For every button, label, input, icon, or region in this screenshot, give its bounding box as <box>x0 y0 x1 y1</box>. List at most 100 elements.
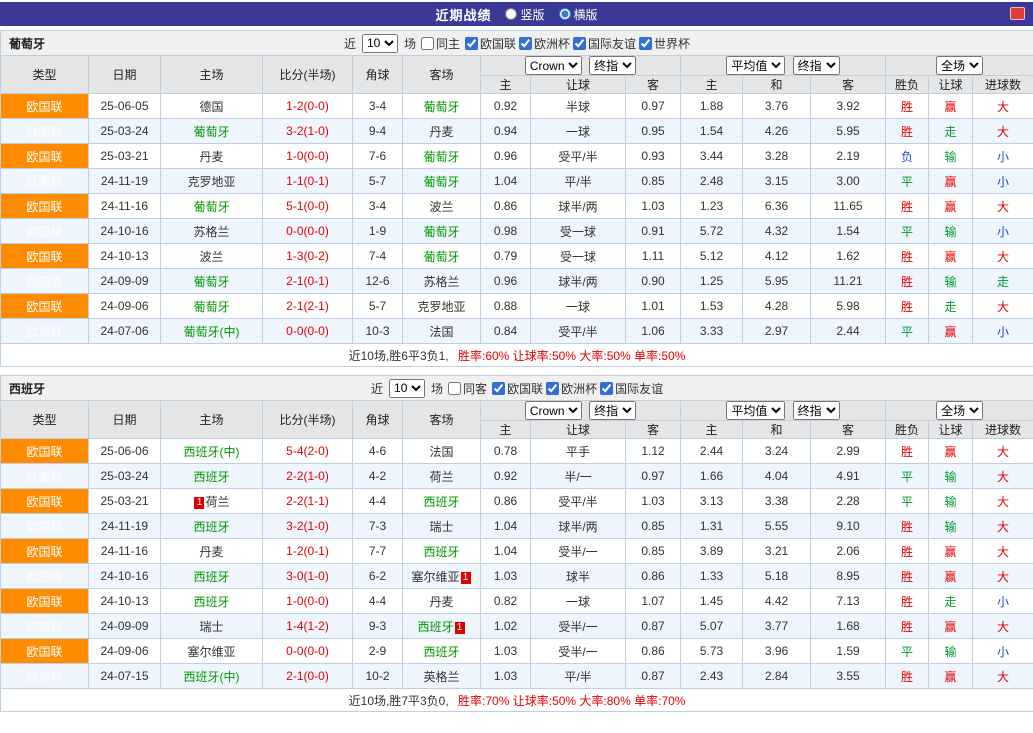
handicap-final-odds-select[interactable]: 终指 <box>589 56 636 75</box>
result-wdl-cell: 胜 <box>886 564 929 589</box>
match-row: 欧洲杯 24-07-15 西班牙(中) 2-1(0-0) 10-2 英格兰 1.… <box>1 664 1033 689</box>
odds-home-cell: 1.03 <box>481 564 531 589</box>
fulltime-select[interactable]: 全场 <box>936 56 983 75</box>
red-indicator-icon[interactable] <box>1010 7 1025 20</box>
avg-away-cell: 8.95 <box>811 564 886 589</box>
bookmaker-select[interactable]: Crown <box>525 56 582 75</box>
odds-away-cell: 0.86 <box>626 639 681 664</box>
corner-cell: 9-4 <box>353 119 403 144</box>
recent-count-select[interactable]: 10 <box>362 34 398 53</box>
recent-count-select[interactable]: 10 <box>389 379 425 398</box>
competition-checkbox[interactable] <box>600 382 613 395</box>
match-date: 24-10-16 <box>89 219 161 244</box>
competition-checkbox[interactable] <box>465 37 478 50</box>
team-name: 克罗地亚 <box>187 175 235 189</box>
competition-filter[interactable]: 欧国联 <box>491 380 543 397</box>
europe-final-odds-select[interactable]: 终指 <box>793 401 840 420</box>
team-name: 葡萄牙 <box>423 150 459 164</box>
col-result-wdl: 胜负 <box>886 421 929 439</box>
competition-checkbox[interactable] <box>573 37 586 50</box>
away-team-cell: 瑞士 <box>403 514 481 539</box>
score-cell: 1-3(0-2) <box>263 244 353 269</box>
layout-horizontal-radio[interactable]: 横版 <box>559 6 598 23</box>
home-team-cell: 西班牙(中) <box>161 664 263 689</box>
corner-cell: 7-7 <box>353 539 403 564</box>
avg-home-cell: 5.72 <box>681 219 743 244</box>
same-venue-checkbox[interactable] <box>448 382 461 395</box>
corner-cell: 7-3 <box>353 514 403 539</box>
corner-cell: 3-4 <box>353 94 403 119</box>
odds-away-cell: 1.01 <box>626 294 681 319</box>
avg-home-cell: 1.25 <box>681 269 743 294</box>
corner-cell: 10-3 <box>353 319 403 344</box>
avg-draw-cell: 4.28 <box>743 294 811 319</box>
odds-away-cell: 0.85 <box>626 514 681 539</box>
corner-cell: 12-6 <box>353 269 403 294</box>
competition-checkbox[interactable] <box>546 382 559 395</box>
odds-away-cell: 0.93 <box>626 144 681 169</box>
team-name: 葡萄牙 <box>423 175 459 189</box>
away-team-cell: 波兰 <box>403 194 481 219</box>
avg-away-cell: 3.92 <box>811 94 886 119</box>
home-team-cell: 克罗地亚 <box>161 169 263 194</box>
competition-filter[interactable]: 欧国联 <box>464 35 516 52</box>
same-venue-filter[interactable]: 同主 <box>420 35 460 52</box>
avg-away-cell: 3.00 <box>811 169 886 194</box>
avg-away-cell: 1.68 <box>811 614 886 639</box>
result-wdl-cell: 平 <box>886 489 929 514</box>
team-name: 西班牙 <box>193 470 229 484</box>
europe-final-odds-select[interactable]: 终指 <box>793 56 840 75</box>
average-odds-select[interactable]: 平均值 <box>726 56 785 75</box>
odds-away-cell: 0.91 <box>626 219 681 244</box>
result-handicap-cell: 赢 <box>929 564 973 589</box>
competition-filter[interactable]: 国际友谊 <box>599 380 663 397</box>
home-team-cell: 西班牙 <box>161 464 263 489</box>
result-goals-cell: 大 <box>973 514 1033 539</box>
home-team-cell: 德国 <box>161 94 263 119</box>
avg-draw-cell: 5.55 <box>743 514 811 539</box>
result-handicap-cell: 赢 <box>929 319 973 344</box>
odds-away-cell: 0.87 <box>626 614 681 639</box>
col-avg-draw: 和 <box>743 76 811 94</box>
competition-checkbox[interactable] <box>639 37 652 50</box>
odds-home-cell: 0.98 <box>481 219 531 244</box>
competition-filter[interactable]: 欧洲杯 <box>545 380 597 397</box>
score-cell: 1-1(0-1) <box>263 169 353 194</box>
result-wdl-cell: 胜 <box>886 539 929 564</box>
avg-draw-cell: 2.97 <box>743 319 811 344</box>
bookmaker-select[interactable]: Crown <box>525 401 582 420</box>
score-cell: 1-2(0-1) <box>263 539 353 564</box>
home-team-cell: 西班牙 <box>161 514 263 539</box>
fulltime-select[interactable]: 全场 <box>936 401 983 420</box>
competition-filter[interactable]: 国际友谊 <box>572 35 636 52</box>
result-handicap-cell: 赢 <box>929 169 973 194</box>
odds-handicap-cell: 球半/两 <box>531 194 626 219</box>
avg-away-cell: 9.10 <box>811 514 886 539</box>
same-venue-checkbox[interactable] <box>421 37 434 50</box>
odds-handicap-cell: 平/半 <box>531 169 626 194</box>
odds-handicap-cell: 受半/一 <box>531 639 626 664</box>
filter-bar: 近 10 场 同主 欧国联欧洲杯国际友谊世界杯 <box>344 34 690 53</box>
col-odds-away: 客 <box>626 76 681 94</box>
layout-vertical-radio[interactable]: 竖版 <box>505 6 544 23</box>
competition-checkbox[interactable] <box>519 37 532 50</box>
result-goals-cell: 走 <box>973 269 1033 294</box>
avg-away-cell: 11.21 <box>811 269 886 294</box>
avg-home-cell: 1.33 <box>681 564 743 589</box>
result-wdl-cell: 胜 <box>886 589 929 614</box>
horizontal-radio-input[interactable] <box>559 8 571 20</box>
team-name: 塞尔维亚 <box>187 645 235 659</box>
home-team-cell: 西班牙 <box>161 564 263 589</box>
result-wdl-cell: 平 <box>886 219 929 244</box>
vertical-radio-input[interactable] <box>505 8 517 20</box>
average-odds-select[interactable]: 平均值 <box>726 401 785 420</box>
competition-checkbox[interactable] <box>492 382 505 395</box>
handicap-final-odds-select[interactable]: 终指 <box>589 401 636 420</box>
result-wdl-cell: 胜 <box>886 269 929 294</box>
result-wdl-cell: 胜 <box>886 294 929 319</box>
result-handicap-cell: 输 <box>929 219 973 244</box>
competition-filter[interactable]: 欧洲杯 <box>518 35 570 52</box>
competition-filter[interactable]: 世界杯 <box>638 35 690 52</box>
result-wdl-cell: 胜 <box>886 119 929 144</box>
same-venue-filter[interactable]: 同客 <box>447 380 487 397</box>
